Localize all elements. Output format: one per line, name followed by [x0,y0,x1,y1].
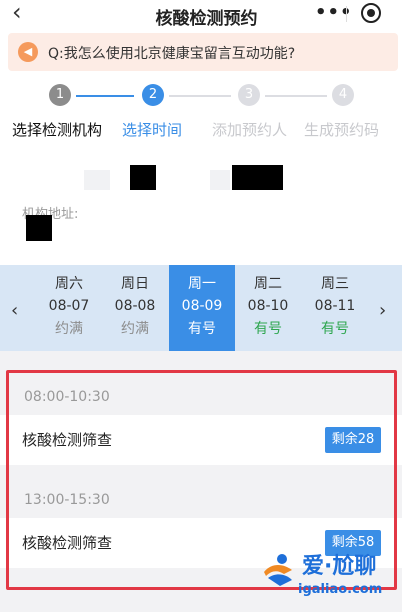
date-label: 08-08 [114,298,156,314]
date-label: 08-07 [48,298,90,314]
date-label: 08-11 [314,298,356,314]
next-week-icon[interactable]: › [379,300,386,321]
watermark-text: 爱·尬聊 [302,554,377,579]
notice-text: Q:我怎么使用北京健康宝留言互动功能? [48,46,296,62]
weekday-label: 周二 [254,276,282,292]
date-tab[interactable]: 周三 08-11 有号 [302,265,368,351]
step-4-label: 生成预约码 [304,121,380,139]
step-1-circle: 1 [49,84,71,106]
availability-label: 有号 [321,321,349,337]
date-tab[interactable]: 周日 08-08 约满 [102,265,168,351]
step-2-label: 选择时间 [122,121,183,139]
step-3-label: 添加预约人 [212,121,288,139]
prev-week-icon[interactable]: ‹ [11,300,18,321]
weekday-label: 周日 [121,276,149,292]
redacted-name-block [130,165,156,190]
date-tab[interactable]: 周六 08-07 约满 [36,265,102,351]
capsule-divider [346,6,347,22]
weekday-label: 周三 [321,276,349,292]
watermark-url: igaliao.com [298,582,383,597]
weekday-label: 周六 [55,276,83,292]
redacted-address-block [26,215,52,241]
step-connector [265,95,327,97]
navigation-bar: ‹ 核酸检测预约 ••• [0,0,413,29]
step-4-circle: 4 [332,84,354,106]
redaction-shadow [210,170,230,190]
availability-label: 约满 [121,321,149,337]
date-tab-selected[interactable]: 周一 08-09 有号 [169,265,235,351]
redacted-phone-block [232,165,283,190]
availability-label: 有号 [188,321,216,337]
date-label: 08-09 [181,298,223,314]
step-2-circle: 2 [142,84,164,106]
step-3-circle: 3 [238,84,260,106]
step-connector [169,95,231,97]
watermark: 爱·尬聊 igaliao.com [258,548,408,608]
availability-label: 有号 [254,321,282,337]
speaker-icon: ◀ [18,42,38,62]
date-tab[interactable]: 周二 08-10 有号 [235,265,301,351]
weekday-label: 周一 [188,276,216,292]
date-label: 08-10 [247,298,289,314]
step-connector [76,95,134,97]
notice-bar[interactable]: ◀ Q:我怎么使用北京健康宝留言互动功能? [8,33,398,71]
watermark-logo-icon [264,554,292,586]
availability-label: 约满 [55,321,83,337]
step-1-label: 选择检测机构 [12,121,103,139]
redaction-shadow [84,170,110,190]
close-miniprogram-icon[interactable] [361,3,381,23]
